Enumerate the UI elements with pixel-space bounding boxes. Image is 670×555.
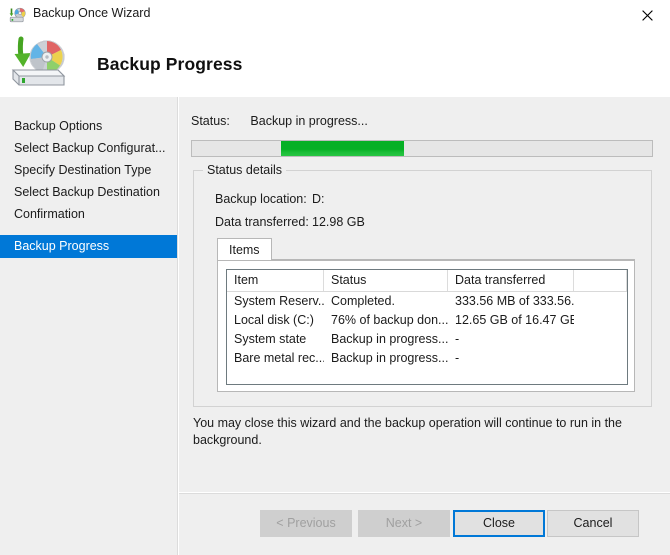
background-run-note: You may close this wizard and the backup… — [193, 416, 622, 447]
data-transferred-value: 12.98 GB — [312, 215, 365, 229]
column-header-item[interactable]: Item — [227, 270, 324, 291]
column-header-status[interactable]: Status — [324, 270, 448, 291]
progress-bar-fill — [281, 141, 404, 156]
backup-disk-icon — [9, 7, 27, 23]
cell-item: Local disk (C:) — [234, 313, 314, 327]
window-title: Backup Once Wizard — [33, 6, 151, 20]
page-title: Backup Progress — [97, 54, 243, 74]
column-header-data-transferred[interactable]: Data transferred — [448, 270, 574, 291]
backup-items-table[interactable]: Item Status Data transferred System Rese… — [226, 269, 628, 385]
backup-progress-bar — [191, 140, 653, 157]
sidebar-item-confirmation[interactable]: Confirmation — [0, 203, 177, 226]
backup-drive-disc-icon — [9, 34, 71, 92]
table-row[interactable]: System state Backup in progress... - — [227, 330, 627, 349]
status-row: Status: Backup in progress... — [191, 114, 368, 128]
status-value: Backup in progress... — [250, 114, 368, 128]
cell-item: Bare metal rec... — [234, 351, 324, 365]
tab-items[interactable]: Items — [217, 238, 272, 261]
sidebar-item-specify-destination-type[interactable]: Specify Destination Type — [0, 159, 177, 182]
cell-data-transferred: - — [455, 332, 460, 346]
next-button[interactable]: Next > — [358, 510, 450, 537]
table-header-row: Item Status Data transferred — [227, 270, 627, 292]
title-bar: Backup Once Wizard — [0, 0, 670, 30]
wizard-footer: < Previous Next > Close Cancel — [179, 493, 670, 555]
backup-location-label: Backup location: — [215, 192, 307, 206]
cell-data-transferred: 333.56 MB of 333.56... — [455, 294, 574, 308]
cell-data-transferred: 12.65 GB of 16.47 GB — [455, 313, 574, 327]
cell-item: System state — [234, 332, 307, 346]
backup-location-value: D: — [312, 192, 325, 206]
cell-item: System Reserv... — [234, 294, 324, 308]
wizard-step-sidebar: Backup Options Select Backup Configurat.… — [0, 97, 178, 555]
data-transferred-label: Data transferred: — [215, 215, 309, 229]
page-header: Backup Progress — [0, 30, 670, 97]
close-button[interactable]: Close — [453, 510, 545, 537]
previous-button[interactable]: < Previous — [260, 510, 352, 537]
cell-status: Backup in progress... — [331, 332, 448, 346]
backup-location-row: Backup location: D: — [215, 192, 325, 206]
status-label: Status: — [191, 114, 230, 128]
sidebar-item-select-backup-destination[interactable]: Select Backup Destination — [0, 181, 177, 204]
close-icon[interactable] — [624, 0, 670, 30]
sidebar-item-backup-progress[interactable]: Backup Progress — [0, 235, 177, 258]
sidebar-item-backup-options[interactable]: Backup Options — [0, 115, 177, 138]
table-row[interactable]: System Reserv... Completed. 333.56 MB of… — [227, 292, 627, 311]
cell-status: Completed. — [331, 294, 395, 308]
backup-once-wizard-window: Backup Once Wizard Backup Progress Backu… — [0, 0, 670, 555]
cancel-button[interactable]: Cancel — [547, 510, 639, 537]
cell-data-transferred: - — [455, 351, 460, 365]
table-row[interactable]: Local disk (C:) 76% of backup don... 12.… — [227, 311, 627, 330]
items-tabpanel: Item Status Data transferred System Rese… — [217, 260, 635, 392]
sidebar-item-select-backup-configuration[interactable]: Select Backup Configurat... — [0, 137, 177, 160]
main-content: Status: Backup in progress... Status det… — [179, 97, 670, 492]
data-transferred-row: Data transferred: 12.98 GB — [215, 215, 365, 229]
items-tabstrip: Items — [217, 238, 635, 261]
cell-status: Backup in progress... — [331, 351, 448, 365]
cell-status: 76% of backup don... — [331, 313, 448, 327]
column-header-spare[interactable] — [574, 270, 627, 291]
table-row[interactable]: Bare metal rec... Backup in progress... … — [227, 349, 627, 368]
status-details-legend: Status details — [203, 163, 287, 177]
